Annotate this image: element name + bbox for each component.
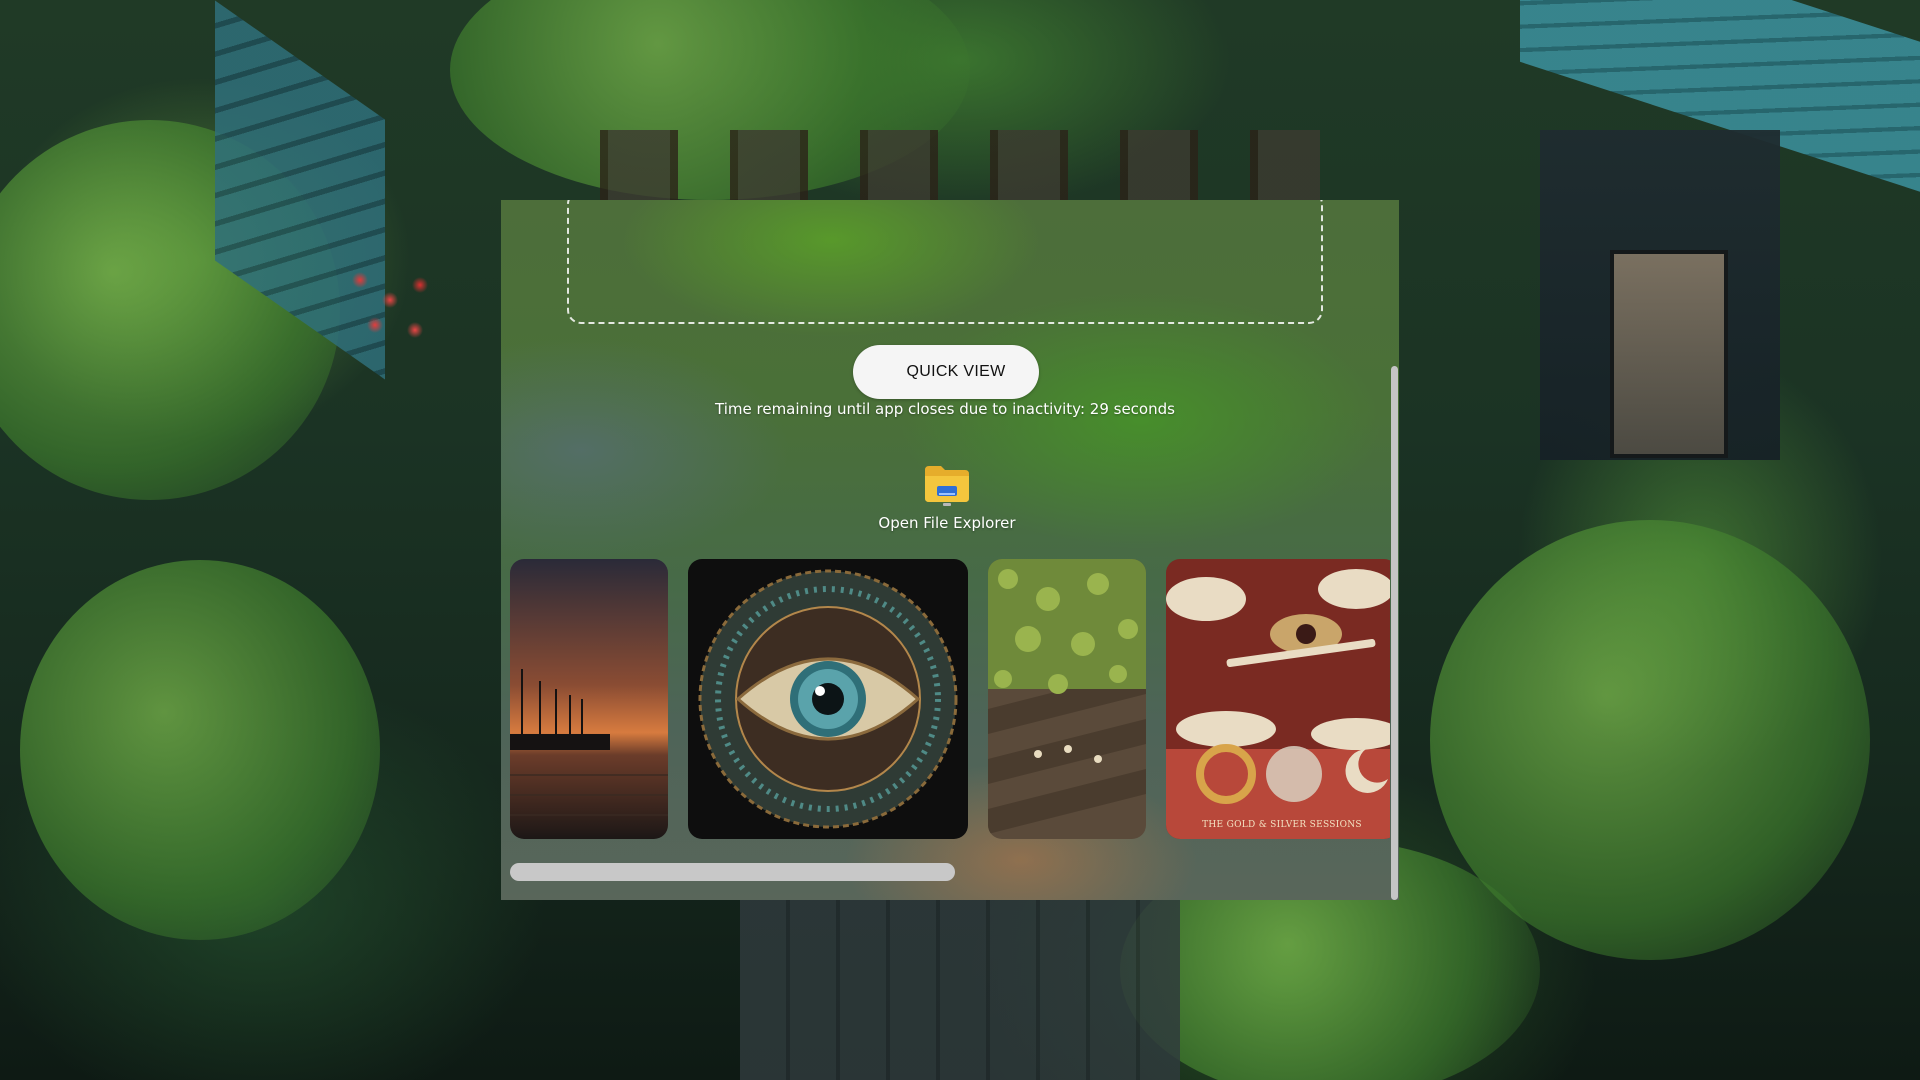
- quick-view-label: QUICK VIEW: [906, 363, 1006, 380]
- vertical-scrollbar[interactable]: [1390, 200, 1399, 900]
- path-decoration: [740, 900, 1180, 1080]
- open-file-explorer-button[interactable]: Open File Explorer: [867, 462, 1027, 544]
- thumbnail-pier-sunset[interactable]: [510, 559, 668, 839]
- horizontal-scrollbar-thumb[interactable]: [510, 863, 955, 881]
- open-file-explorer-label: Open File Explorer: [878, 514, 1016, 532]
- inactivity-timer: Time remaining until app closes due to i…: [715, 400, 1175, 418]
- drop-zone[interactable]: [567, 200, 1323, 324]
- thumbnail-vines-boards[interactable]: [988, 559, 1146, 839]
- thumbnail-album-cover[interactable]: THE GOLD & SILVER SESSIONS: [1166, 559, 1390, 839]
- windows-decoration: [600, 130, 1320, 200]
- image-gallery: THE GOLD & SILVER SESSIONS: [510, 559, 1390, 839]
- thumbnail-eye-mandala[interactable]: [688, 559, 968, 839]
- foliage-decoration: [20, 560, 380, 940]
- quick-view-button[interactable]: QUICK VIEW: [853, 345, 1039, 399]
- house-window-decoration: [1610, 250, 1728, 458]
- horizontal-scrollbar[interactable]: [510, 863, 1390, 881]
- flowers-decoration: [340, 260, 450, 350]
- vertical-scrollbar-thumb[interactable]: [1391, 366, 1398, 900]
- app-window: QUICK VIEW Time remaining until app clos…: [501, 200, 1399, 900]
- album-caption: THE GOLD & SILVER SESSIONS: [1202, 820, 1362, 830]
- folder-icon: [923, 462, 971, 506]
